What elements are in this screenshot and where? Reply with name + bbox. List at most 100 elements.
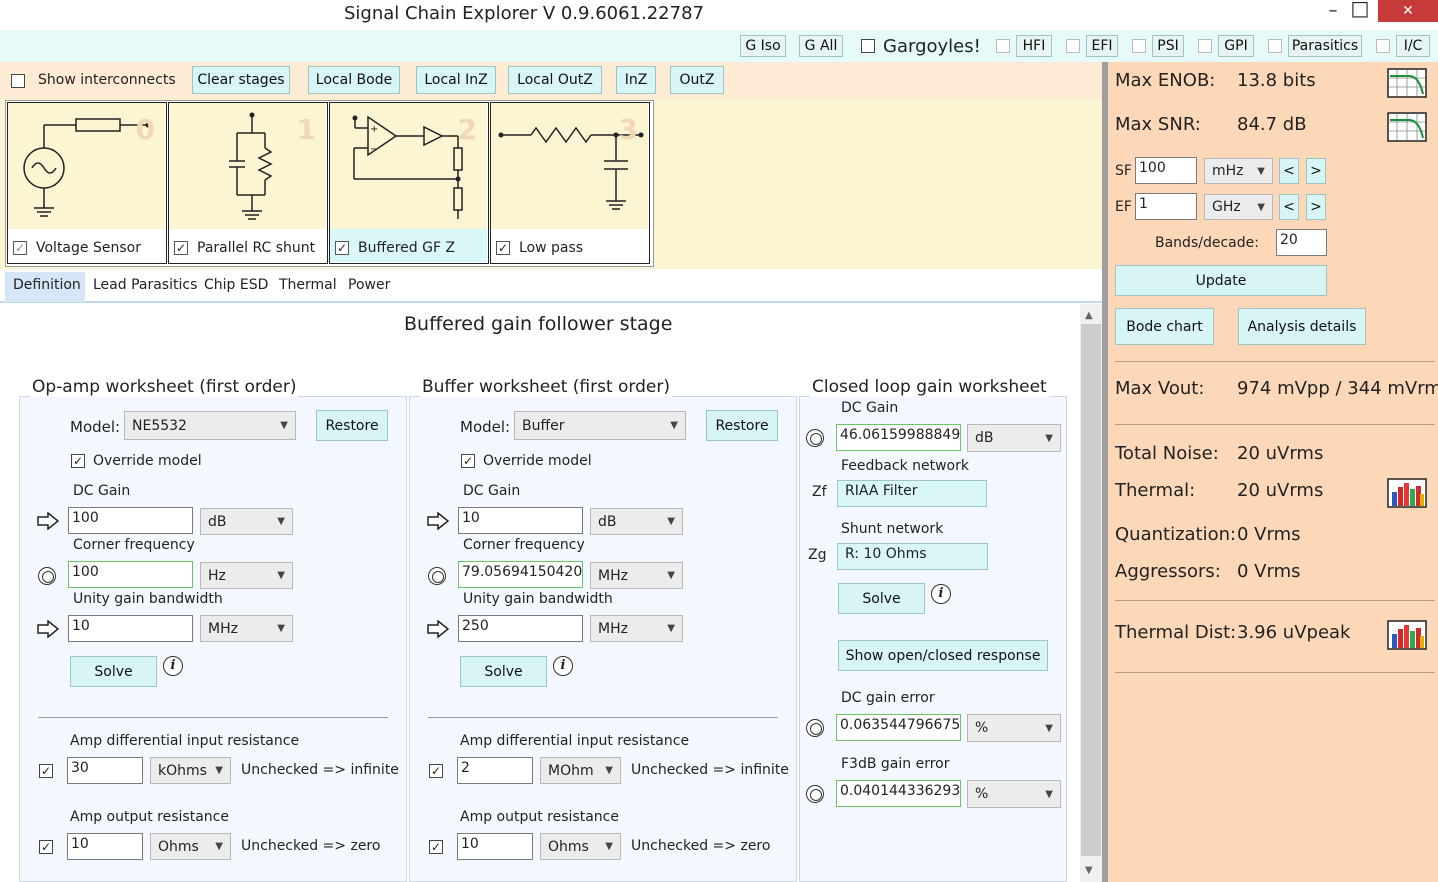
maximize-button[interactable]: □ xyxy=(1345,0,1375,20)
opamp-solve-button[interactable]: Solve xyxy=(70,656,157,687)
f3db-gain-error-input[interactable]: 0.0401443362938 xyxy=(836,780,961,807)
snr-chart-icon[interactable] xyxy=(1387,112,1427,142)
clear-stages-button[interactable]: Clear stages xyxy=(192,66,290,94)
opamp-ugb-unit[interactable]: MHz ▼ xyxy=(200,615,293,642)
closed-dc-gain-radio[interactable] xyxy=(806,429,824,447)
opamp-model-select[interactable]: NE5532 ▼ xyxy=(124,411,296,440)
stage-parallel-rc-shunt[interactable]: 1 ✓ Parallel RC shunt xyxy=(168,102,328,264)
closed-dc-gain-unit[interactable]: dB ▼ xyxy=(967,424,1061,452)
opamp-ugb-input[interactable]: 10 xyxy=(68,615,193,642)
info-icon[interactable]: i xyxy=(163,656,183,676)
opamp-override-checkbox[interactable]: ✓ xyxy=(71,454,85,468)
dc-gain-error-radio[interactable] xyxy=(806,719,824,737)
sf-next-button[interactable]: > xyxy=(1306,158,1326,184)
buffer-rout-input[interactable]: 10 xyxy=(457,833,533,860)
psi-checkbox[interactable] xyxy=(1132,39,1146,53)
closed-solve-button[interactable]: Solve xyxy=(838,583,925,614)
gpi-toggle[interactable]: GPI xyxy=(1218,35,1254,57)
dc-gain-error-unit[interactable]: % ▼ xyxy=(967,714,1061,742)
tab-chip-esd[interactable]: Chip ESD xyxy=(204,277,268,293)
buffer-restore-button[interactable]: Restore xyxy=(706,410,778,441)
opamp-rin-checkbox[interactable]: ✓ xyxy=(39,764,53,778)
vertical-scrollbar[interactable]: ▲ ▼ xyxy=(1080,304,1102,882)
buffer-rin-checkbox[interactable]: ✓ xyxy=(429,764,443,778)
thermal-histogram-icon[interactable] xyxy=(1387,478,1427,508)
opamp-dc-gain-unit[interactable]: dB ▼ xyxy=(200,508,293,535)
ic-toggle[interactable]: I/C xyxy=(1396,35,1430,57)
opamp-rin-input[interactable]: 30 xyxy=(67,757,143,784)
efi-checkbox[interactable] xyxy=(1066,39,1080,53)
buffer-corner-input[interactable]: 79.0569415042095 xyxy=(458,561,583,588)
g-all-button[interactable]: G All xyxy=(799,35,843,57)
stage-buffered-gf-z[interactable]: + − 2 ✓ Buffered GF Z xyxy=(329,102,489,264)
info-icon[interactable]: i xyxy=(553,656,573,676)
stage-enable-checkbox[interactable]: ✓ xyxy=(174,241,188,255)
stage-enable-checkbox[interactable]: ✓ xyxy=(496,241,510,255)
ic-checkbox[interactable] xyxy=(1376,39,1390,53)
analysis-details-button[interactable]: Analysis details xyxy=(1238,308,1366,345)
buffer-solve-button[interactable]: Solve xyxy=(460,656,547,687)
buffer-model-select[interactable]: Buffer ▼ xyxy=(514,411,686,440)
local-outz-button[interactable]: Local OutZ xyxy=(508,66,602,94)
show-interconnects-checkbox[interactable] xyxy=(11,74,25,88)
opamp-restore-button[interactable]: Restore xyxy=(316,410,388,441)
info-icon[interactable]: i xyxy=(931,584,951,604)
scroll-thumb[interactable] xyxy=(1081,324,1101,856)
f3db-gain-error-radio[interactable] xyxy=(806,785,824,803)
enob-chart-icon[interactable] xyxy=(1387,68,1427,98)
f3db-gain-error-unit[interactable]: % ▼ xyxy=(967,780,1061,808)
dc-gain-error-input[interactable]: 0.0635447966756 xyxy=(836,714,961,741)
opamp-corner-input[interactable]: 100 xyxy=(68,561,193,588)
outz-button[interactable]: OutZ xyxy=(670,66,724,94)
stage-low-pass[interactable]: 3 ✓ Low pass xyxy=(490,102,650,264)
opamp-rout-input[interactable]: 10 xyxy=(67,833,143,860)
buffer-override-checkbox[interactable]: ✓ xyxy=(461,454,475,468)
tab-lead-parasitics[interactable]: Lead Parasitics xyxy=(93,277,197,293)
buffer-dc-gain-input[interactable]: 10 xyxy=(458,507,583,534)
minimize-button[interactable]: – xyxy=(1318,0,1348,21)
feedback-network-field[interactable]: RIAA Filter xyxy=(837,480,987,507)
opamp-corner-unit[interactable]: Hz ▼ xyxy=(200,562,293,589)
bands-per-decade-input[interactable]: 20 xyxy=(1276,229,1327,256)
update-button[interactable]: Update xyxy=(1115,265,1327,296)
sf-prev-button[interactable]: < xyxy=(1279,158,1299,184)
opamp-dc-gain-input[interactable]: 100 xyxy=(68,507,193,534)
bode-chart-button[interactable]: Bode chart xyxy=(1115,308,1214,345)
tab-definition[interactable]: Definition xyxy=(5,272,85,302)
psi-toggle[interactable]: PSI xyxy=(1152,35,1184,57)
show-open-closed-response-button[interactable]: Show open/closed response xyxy=(838,640,1048,671)
buffer-rin-input[interactable]: 2 xyxy=(457,757,533,784)
tab-thermal[interactable]: Thermal xyxy=(279,277,337,293)
buffer-rout-checkbox[interactable]: ✓ xyxy=(429,840,443,854)
buffer-ugb-input[interactable]: 250 xyxy=(458,615,583,642)
opamp-rout-unit[interactable]: Ohms ▼ xyxy=(150,833,231,860)
buffer-corner-unit[interactable]: MHz ▼ xyxy=(590,562,683,589)
parasitics-toggle[interactable]: Parasitics xyxy=(1288,35,1362,57)
local-bode-button[interactable]: Local Bode xyxy=(308,66,400,94)
stage-enable-checkbox[interactable]: ✓ xyxy=(13,241,27,255)
thermal-dist-histogram-icon[interactable] xyxy=(1387,620,1427,650)
efi-toggle[interactable]: EFI xyxy=(1086,35,1118,57)
inz-button[interactable]: InZ xyxy=(616,66,656,94)
opamp-corner-radio[interactable] xyxy=(38,567,56,585)
stage-enable-checkbox[interactable]: ✓ xyxy=(335,241,349,255)
buffer-dc-gain-unit[interactable]: dB ▼ xyxy=(590,508,683,535)
buffer-corner-radio[interactable] xyxy=(428,567,446,585)
ef-next-button[interactable]: > xyxy=(1306,194,1326,220)
hfi-toggle[interactable]: HFI xyxy=(1016,35,1052,57)
parasitics-checkbox[interactable] xyxy=(1268,39,1282,53)
gargoyles-checkbox[interactable] xyxy=(861,39,875,53)
closed-dc-gain-input[interactable]: 46.0615998884944 xyxy=(836,424,961,451)
hfi-checkbox[interactable] xyxy=(996,39,1010,53)
opamp-rin-unit[interactable]: kOhms ▼ xyxy=(150,757,231,784)
sf-unit-select[interactable]: mHz ▼ xyxy=(1204,158,1273,184)
close-button[interactable]: ✕ xyxy=(1378,0,1438,22)
gpi-checkbox[interactable] xyxy=(1198,39,1212,53)
tab-power[interactable]: Power xyxy=(348,277,390,293)
g-iso-button[interactable]: G Iso xyxy=(740,35,786,57)
opamp-rout-checkbox[interactable]: ✓ xyxy=(39,840,53,854)
ef-input[interactable]: 1 xyxy=(1135,193,1197,220)
buffer-rout-unit[interactable]: Ohms ▼ xyxy=(540,833,621,860)
buffer-ugb-unit[interactable]: MHz ▼ xyxy=(590,615,683,642)
shunt-network-field[interactable]: R: 10 Ohms xyxy=(837,543,988,570)
